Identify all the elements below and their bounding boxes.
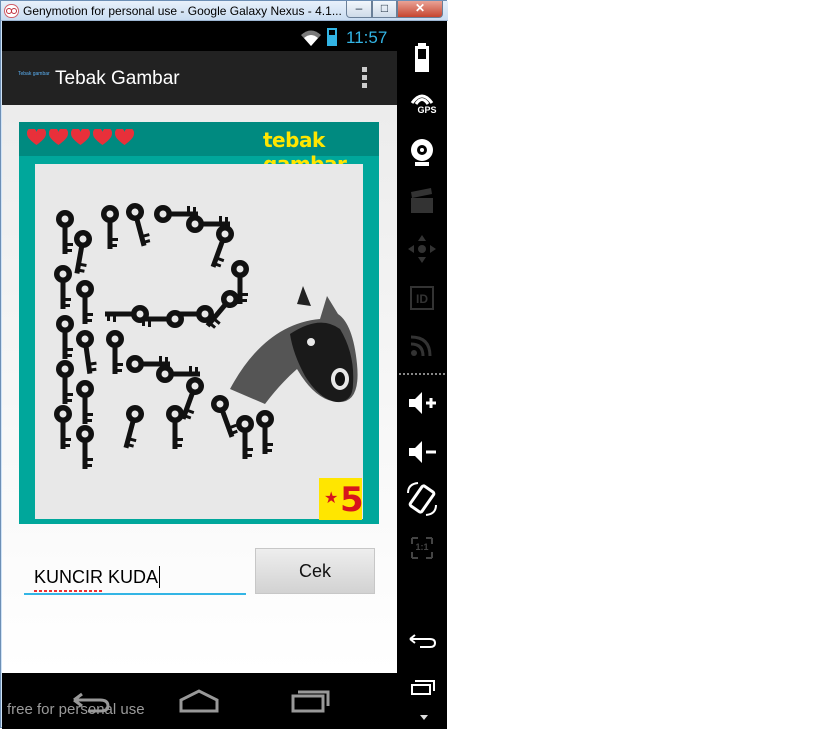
spellcheck-underline: [34, 590, 104, 592]
emulator-window: Genymotion for personal use - Google Gal…: [0, 0, 448, 729]
close-button[interactable]: ✕: [397, 1, 443, 18]
answer-input[interactable]: KUNCIR KUDA: [24, 561, 246, 595]
card-header: tebak gambar: [19, 122, 379, 176]
device-id-icon[interactable]: ID: [402, 278, 442, 318]
heart-icon: [93, 129, 112, 146]
wifi-icon: [301, 30, 321, 46]
clapper-icon[interactable]: [402, 181, 442, 221]
personal-use-watermark: free for personal use: [7, 701, 145, 718]
menu-icon[interactable]: [402, 669, 442, 709]
rotate-icon[interactable]: [402, 479, 442, 519]
webcam-icon[interactable]: [402, 132, 442, 172]
gps-icon[interactable]: GPS: [402, 85, 442, 125]
rss-icon[interactable]: [402, 325, 442, 365]
answer-text: KUNCIR KUDA: [34, 567, 159, 587]
score-badge: ★ 5: [319, 478, 364, 520]
puzzle-card: tebak gambar: [19, 122, 379, 524]
maximize-button[interactable]: □: [372, 1, 397, 18]
device-screen: 11:57 Tebak gambar Tebak Gambar tebak ga…: [2, 21, 397, 729]
status-clock: 11:57: [346, 28, 388, 47]
device-id-label: ID: [416, 292, 428, 306]
heart-icon: [115, 129, 134, 146]
app-logo: Tebak gambar: [18, 71, 50, 77]
puzzle-illustration: [54, 200, 358, 469]
activity-content: tebak gambar: [2, 105, 397, 673]
scroll-down-arrow-icon[interactable]: [420, 715, 428, 720]
action-bar: Tebak gambar Tebak Gambar: [2, 51, 397, 105]
minimize-button[interactable]: –: [346, 1, 372, 18]
volume-down-icon[interactable]: [402, 432, 442, 472]
heart-icon: [71, 129, 90, 146]
text-caret: [159, 566, 160, 588]
check-answer-button[interactable]: Cek: [255, 548, 375, 594]
toolbar-divider: [399, 373, 445, 375]
android-status-bar: 11:57: [2, 21, 397, 51]
battery-icon[interactable]: [402, 37, 442, 77]
app-title: Tebak Gambar: [55, 68, 180, 89]
heart-icon: [27, 129, 46, 146]
lives-indicator: [27, 129, 134, 146]
pixel-ratio-label: 1:1: [415, 542, 429, 552]
star-icon: ★: [324, 490, 339, 507]
gps-label: GPS: [417, 105, 437, 115]
puzzle-image: [35, 164, 363, 519]
heart-icon: [49, 129, 68, 146]
battery-icon: [327, 28, 337, 46]
genymotion-toolbar: GPS ID 1:1: [397, 21, 447, 729]
dpad-icon[interactable]: [402, 229, 442, 269]
score-value: 5: [340, 480, 364, 520]
genymotion-logo-icon: [4, 4, 19, 18]
pixel-ratio-icon[interactable]: 1:1: [402, 528, 442, 568]
recent-apps-icon[interactable]: [289, 687, 333, 713]
window-title: Genymotion for personal use - Google Gal…: [23, 4, 341, 18]
volume-up-icon[interactable]: [402, 383, 442, 423]
window-titlebar[interactable]: Genymotion for personal use - Google Gal…: [1, 1, 448, 21]
overflow-menu-icon[interactable]: [362, 67, 368, 89]
home-icon[interactable]: [177, 687, 221, 713]
back-icon[interactable]: [402, 621, 442, 661]
android-nav-bar: free for personal use: [2, 673, 397, 729]
